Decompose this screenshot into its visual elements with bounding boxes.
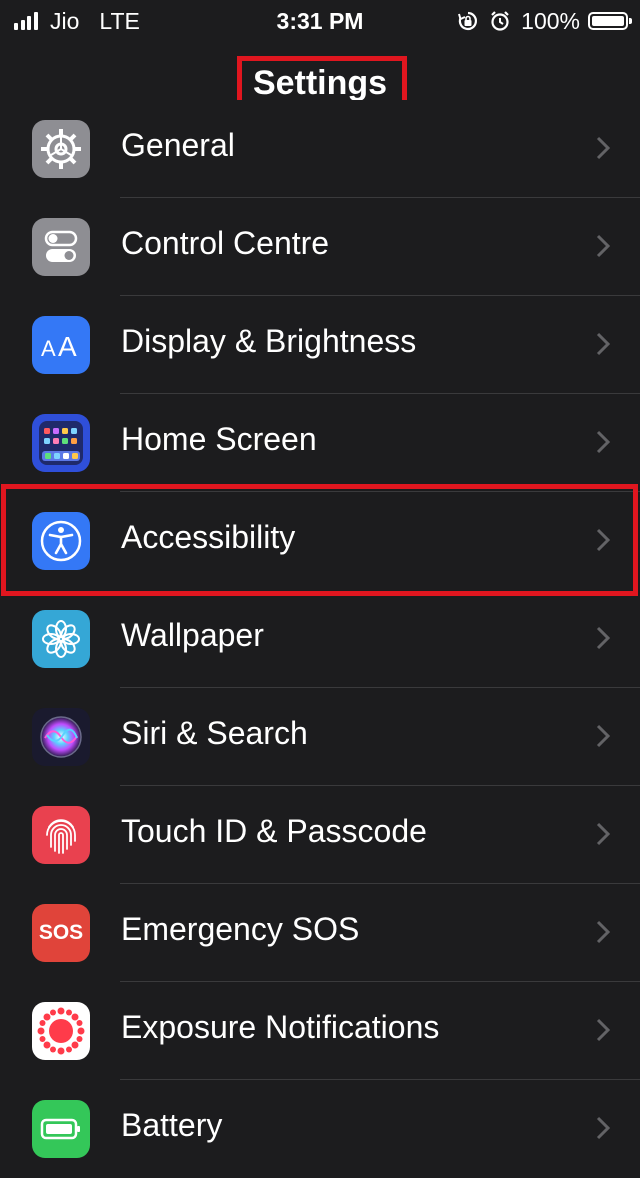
status-bar: Jio LTE 3:31 PM 100% xyxy=(0,0,640,40)
exposure-icon xyxy=(32,1002,90,1060)
flower-icon xyxy=(32,610,90,668)
settings-row-label: Battery xyxy=(121,1107,223,1143)
accessibility-icon xyxy=(32,512,90,570)
settings-row-accessibility[interactable]: Accessibility xyxy=(0,484,640,596)
sos-icon-text: SOS xyxy=(38,921,84,944)
settings-row-siri-search[interactable]: Siri & Search xyxy=(0,688,640,786)
chevron-right-icon xyxy=(596,234,610,258)
settings-row-exposure-notifications[interactable]: Exposure Notifications xyxy=(0,982,640,1080)
chevron-right-icon xyxy=(596,430,610,454)
sos-icon: SOS xyxy=(32,904,90,962)
svg-text:A: A xyxy=(41,336,56,361)
status-right: 100% xyxy=(457,7,632,34)
chevron-right-icon xyxy=(596,1116,610,1140)
settings-row-display-brightness[interactable]: A A Display & Brightness xyxy=(0,296,640,394)
battery-icon xyxy=(588,12,632,30)
chevron-right-icon xyxy=(596,724,610,748)
settings-row-label: Touch ID & Passcode xyxy=(121,813,427,849)
settings-row-label: Siri & Search xyxy=(121,715,308,751)
siri-icon xyxy=(32,708,90,766)
settings-row-label: Display & Brightness xyxy=(121,323,417,359)
chevron-right-icon xyxy=(596,528,610,552)
settings-row-home-screen[interactable]: Home Screen xyxy=(0,394,640,492)
settings-row-label: Accessibility xyxy=(121,519,296,555)
battery-percent: 100% xyxy=(521,7,580,34)
settings-row-label: Emergency SOS xyxy=(121,911,360,947)
alarm-icon xyxy=(491,11,509,31)
settings-row-emergency-sos[interactable]: SOS Emergency SOS xyxy=(0,884,640,982)
chevron-right-icon xyxy=(596,136,610,160)
settings-list: General Control Centre A A Display & Bri… xyxy=(0,100,640,1178)
settings-row-label: Home Screen xyxy=(121,421,317,457)
chevron-right-icon xyxy=(596,920,610,944)
settings-row-wallpaper[interactable]: Wallpaper xyxy=(0,590,640,688)
settings-row-control-centre[interactable]: Control Centre xyxy=(0,198,640,296)
chevron-right-icon xyxy=(596,822,610,846)
settings-row-label: Wallpaper xyxy=(121,617,264,653)
toggles-icon xyxy=(32,218,90,276)
settings-row-general[interactable]: General xyxy=(0,100,640,198)
chevron-right-icon xyxy=(596,332,610,356)
settings-row-label: General xyxy=(121,127,235,163)
gear-icon xyxy=(32,120,90,178)
chevron-right-icon xyxy=(596,1018,610,1042)
text-size-icon: A A xyxy=(32,316,90,374)
app-grid-icon xyxy=(32,414,90,472)
fingerprint-icon xyxy=(32,806,90,864)
battery-icon xyxy=(32,1100,90,1158)
settings-row-touch-id-passcode[interactable]: Touch ID & Passcode xyxy=(0,786,640,884)
rotation-lock-icon xyxy=(458,11,478,31)
settings-row-label: Exposure Notifications xyxy=(121,1009,440,1045)
settings-row-battery[interactable]: Battery xyxy=(0,1080,640,1178)
accessibility-highlight-box xyxy=(1,484,638,596)
chevron-right-icon xyxy=(596,626,610,650)
settings-row-label: Control Centre xyxy=(121,225,330,261)
svg-text:A: A xyxy=(58,331,77,362)
